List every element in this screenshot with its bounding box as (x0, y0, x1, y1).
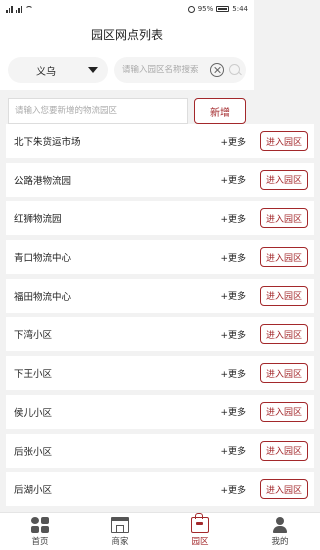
more-link[interactable]: +更多 (220, 251, 246, 264)
park-list: 北下朱货运市场 +更多 进入园区 公路港物流园 +更多 进入园区 红狮物流园 +… (6, 124, 314, 511)
battery-percent: 95% (197, 5, 214, 13)
status-bar: 95% 5:44 (0, 0, 254, 18)
add-park-button[interactable]: 新增 (194, 98, 246, 124)
more-link[interactable]: +更多 (220, 135, 246, 148)
search-box (114, 57, 246, 83)
enter-park-button[interactable]: 进入园区 (260, 169, 308, 190)
enter-park-button[interactable]: 进入园区 (260, 401, 308, 422)
list-item: 下湾小区 +更多 进入园区 (6, 317, 314, 352)
enter-park-button[interactable]: 进入园区 (260, 247, 308, 268)
tab-mine[interactable]: 我的 (240, 513, 320, 550)
signal-icon (6, 5, 13, 13)
list-item: 青口物流中心 +更多 进入园区 (6, 240, 314, 275)
more-link[interactable]: +更多 (220, 173, 246, 186)
status-right: 95% 5:44 (187, 5, 248, 13)
enter-park-button[interactable]: 进入园区 (260, 131, 308, 151)
park-name: 侯儿小区 (14, 407, 53, 419)
list-item: 后张小区 +更多 进入园区 (6, 433, 314, 468)
mine-icon (271, 516, 289, 533)
city-selector[interactable]: 义乌 (8, 57, 108, 83)
enter-park-button[interactable]: 进入园区 (260, 208, 308, 229)
list-item: 福田物流中心 +更多 进入园区 (6, 278, 314, 313)
park-name: 下王小区 (14, 369, 53, 381)
tab-merchants[interactable]: 商家 (80, 513, 160, 550)
bottom-tab-bar: 首页 商家 园区 我的 (0, 512, 320, 550)
battery-icon (216, 6, 230, 12)
list-item: 侯儿小区 +更多 进入园区 (6, 394, 314, 429)
park-name: 福田物流中心 (14, 291, 72, 303)
park-name: 青口物流中心 (14, 253, 72, 265)
status-time: 5:44 (232, 5, 248, 13)
shop-icon (111, 516, 129, 533)
add-park-input[interactable] (8, 98, 188, 124)
park-name: 后张小区 (14, 446, 53, 458)
tab-home[interactable]: 首页 (0, 513, 80, 550)
city-label: 义乌 (36, 66, 56, 78)
tab-label: 我的 (271, 536, 289, 547)
list-item: 下王小区 +更多 进入园区 (6, 356, 314, 391)
park-icon (191, 512, 209, 533)
enter-park-button[interactable]: 进入园区 (260, 440, 308, 461)
signal-icon-2 (15, 5, 22, 13)
list-item: 后湖小区 +更多 进入园区 (6, 472, 314, 507)
more-link[interactable]: +更多 (220, 483, 246, 496)
status-left (6, 5, 33, 13)
park-name: 后湖小区 (14, 485, 53, 497)
tab-label: 商家 (111, 536, 129, 547)
park-name: 下湾小区 (14, 330, 53, 342)
more-link[interactable]: +更多 (220, 444, 246, 457)
list-item: 公路港物流园 +更多 进入园区 (6, 162, 314, 197)
search-icon[interactable] (228, 63, 242, 77)
home-icon (31, 516, 49, 533)
tab-parks[interactable]: 园区 (160, 512, 240, 550)
search-row: 义乌 (0, 50, 254, 90)
enter-park-button[interactable]: 进入园区 (260, 324, 308, 345)
search-input[interactable] (122, 65, 210, 75)
park-name: 公路港物流园 (14, 175, 72, 187)
wifi-icon (25, 6, 33, 12)
more-link[interactable]: +更多 (220, 367, 246, 380)
more-link[interactable]: +更多 (220, 212, 246, 225)
alarm-icon (187, 5, 195, 13)
clear-icon[interactable] (210, 63, 224, 77)
enter-park-button[interactable]: 进入园区 (260, 479, 308, 500)
park-name: 北下朱货运市场 (14, 137, 81, 148)
more-link[interactable]: +更多 (220, 405, 246, 418)
page-title: 园区网点列表 (90, 27, 163, 42)
list-item: 北下朱货运市场 +更多 进入园区 (6, 124, 314, 158)
tab-label: 首页 (31, 536, 49, 547)
title-bar: 园区网点列表 (0, 18, 254, 50)
list-item: 红狮物流园 +更多 进入园区 (6, 201, 314, 236)
more-link[interactable]: +更多 (220, 289, 246, 302)
enter-park-button[interactable]: 进入园区 (260, 285, 308, 306)
enter-park-button[interactable]: 进入园区 (260, 363, 308, 384)
park-name: 红狮物流园 (14, 214, 62, 226)
caret-down-icon (88, 67, 98, 73)
tab-label: 园区 (191, 536, 209, 547)
more-link[interactable]: +更多 (220, 328, 246, 341)
